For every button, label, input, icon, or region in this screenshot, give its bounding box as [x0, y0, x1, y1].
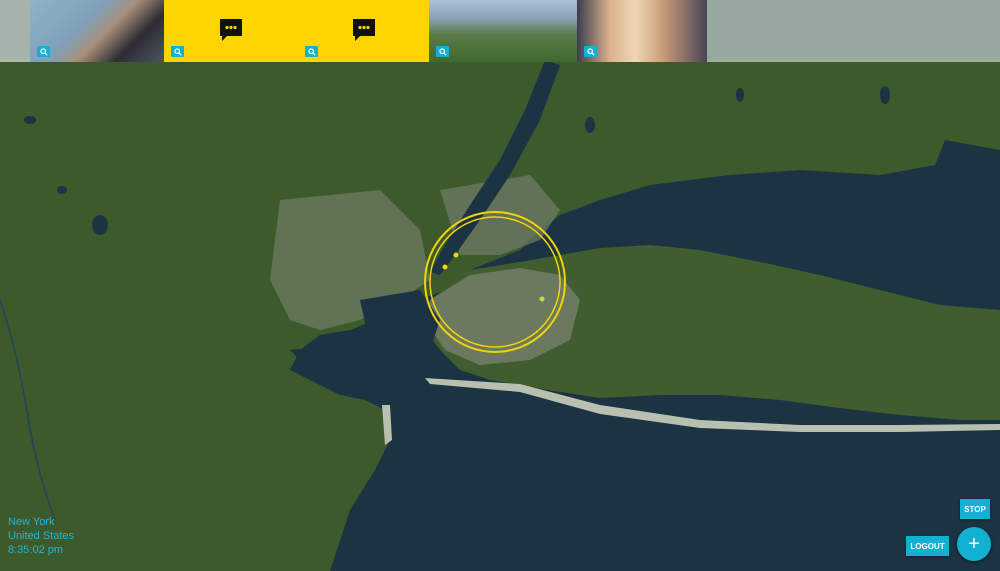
- lake: [24, 116, 36, 124]
- location-city: New York: [8, 516, 55, 528]
- add-button[interactable]: +: [957, 527, 991, 561]
- map-marker[interactable]: [453, 252, 459, 258]
- search-icon[interactable]: [305, 46, 318, 57]
- search-icon[interactable]: [171, 46, 184, 57]
- media-strip: [0, 0, 1000, 62]
- logout-button[interactable]: LOGOUT: [906, 536, 949, 556]
- location-time: 8:35:02 pm: [8, 544, 64, 556]
- lake: [880, 86, 890, 104]
- lake: [57, 186, 67, 194]
- lake: [92, 215, 108, 235]
- message-thumbnail[interactable]: [164, 0, 298, 62]
- map-marker[interactable]: [539, 296, 545, 302]
- lake: [585, 117, 595, 133]
- strip-filler: [707, 0, 1000, 62]
- app-root: New York United States 8:35:02 pm STOP L…: [0, 0, 1000, 571]
- search-icon[interactable]: [37, 46, 50, 57]
- search-icon[interactable]: [436, 46, 449, 57]
- message-thumbnail[interactable]: [298, 0, 429, 62]
- photo-thumbnail[interactable]: [577, 0, 707, 62]
- photo-thumbnail[interactable]: [429, 0, 577, 62]
- location-country: United States: [8, 530, 75, 542]
- strip-edge: [0, 0, 30, 62]
- lake: [736, 88, 744, 102]
- chat-bubble-icon: [220, 19, 242, 41]
- stop-button[interactable]: STOP: [960, 499, 990, 519]
- search-icon[interactable]: [584, 46, 597, 57]
- photo-thumbnail[interactable]: [30, 0, 164, 62]
- satellite-map[interactable]: [0, 0, 1000, 571]
- location-info: New York United States 8:35:02 pm: [8, 515, 74, 557]
- map-marker[interactable]: [442, 264, 448, 270]
- chat-bubble-icon: [352, 19, 375, 41]
